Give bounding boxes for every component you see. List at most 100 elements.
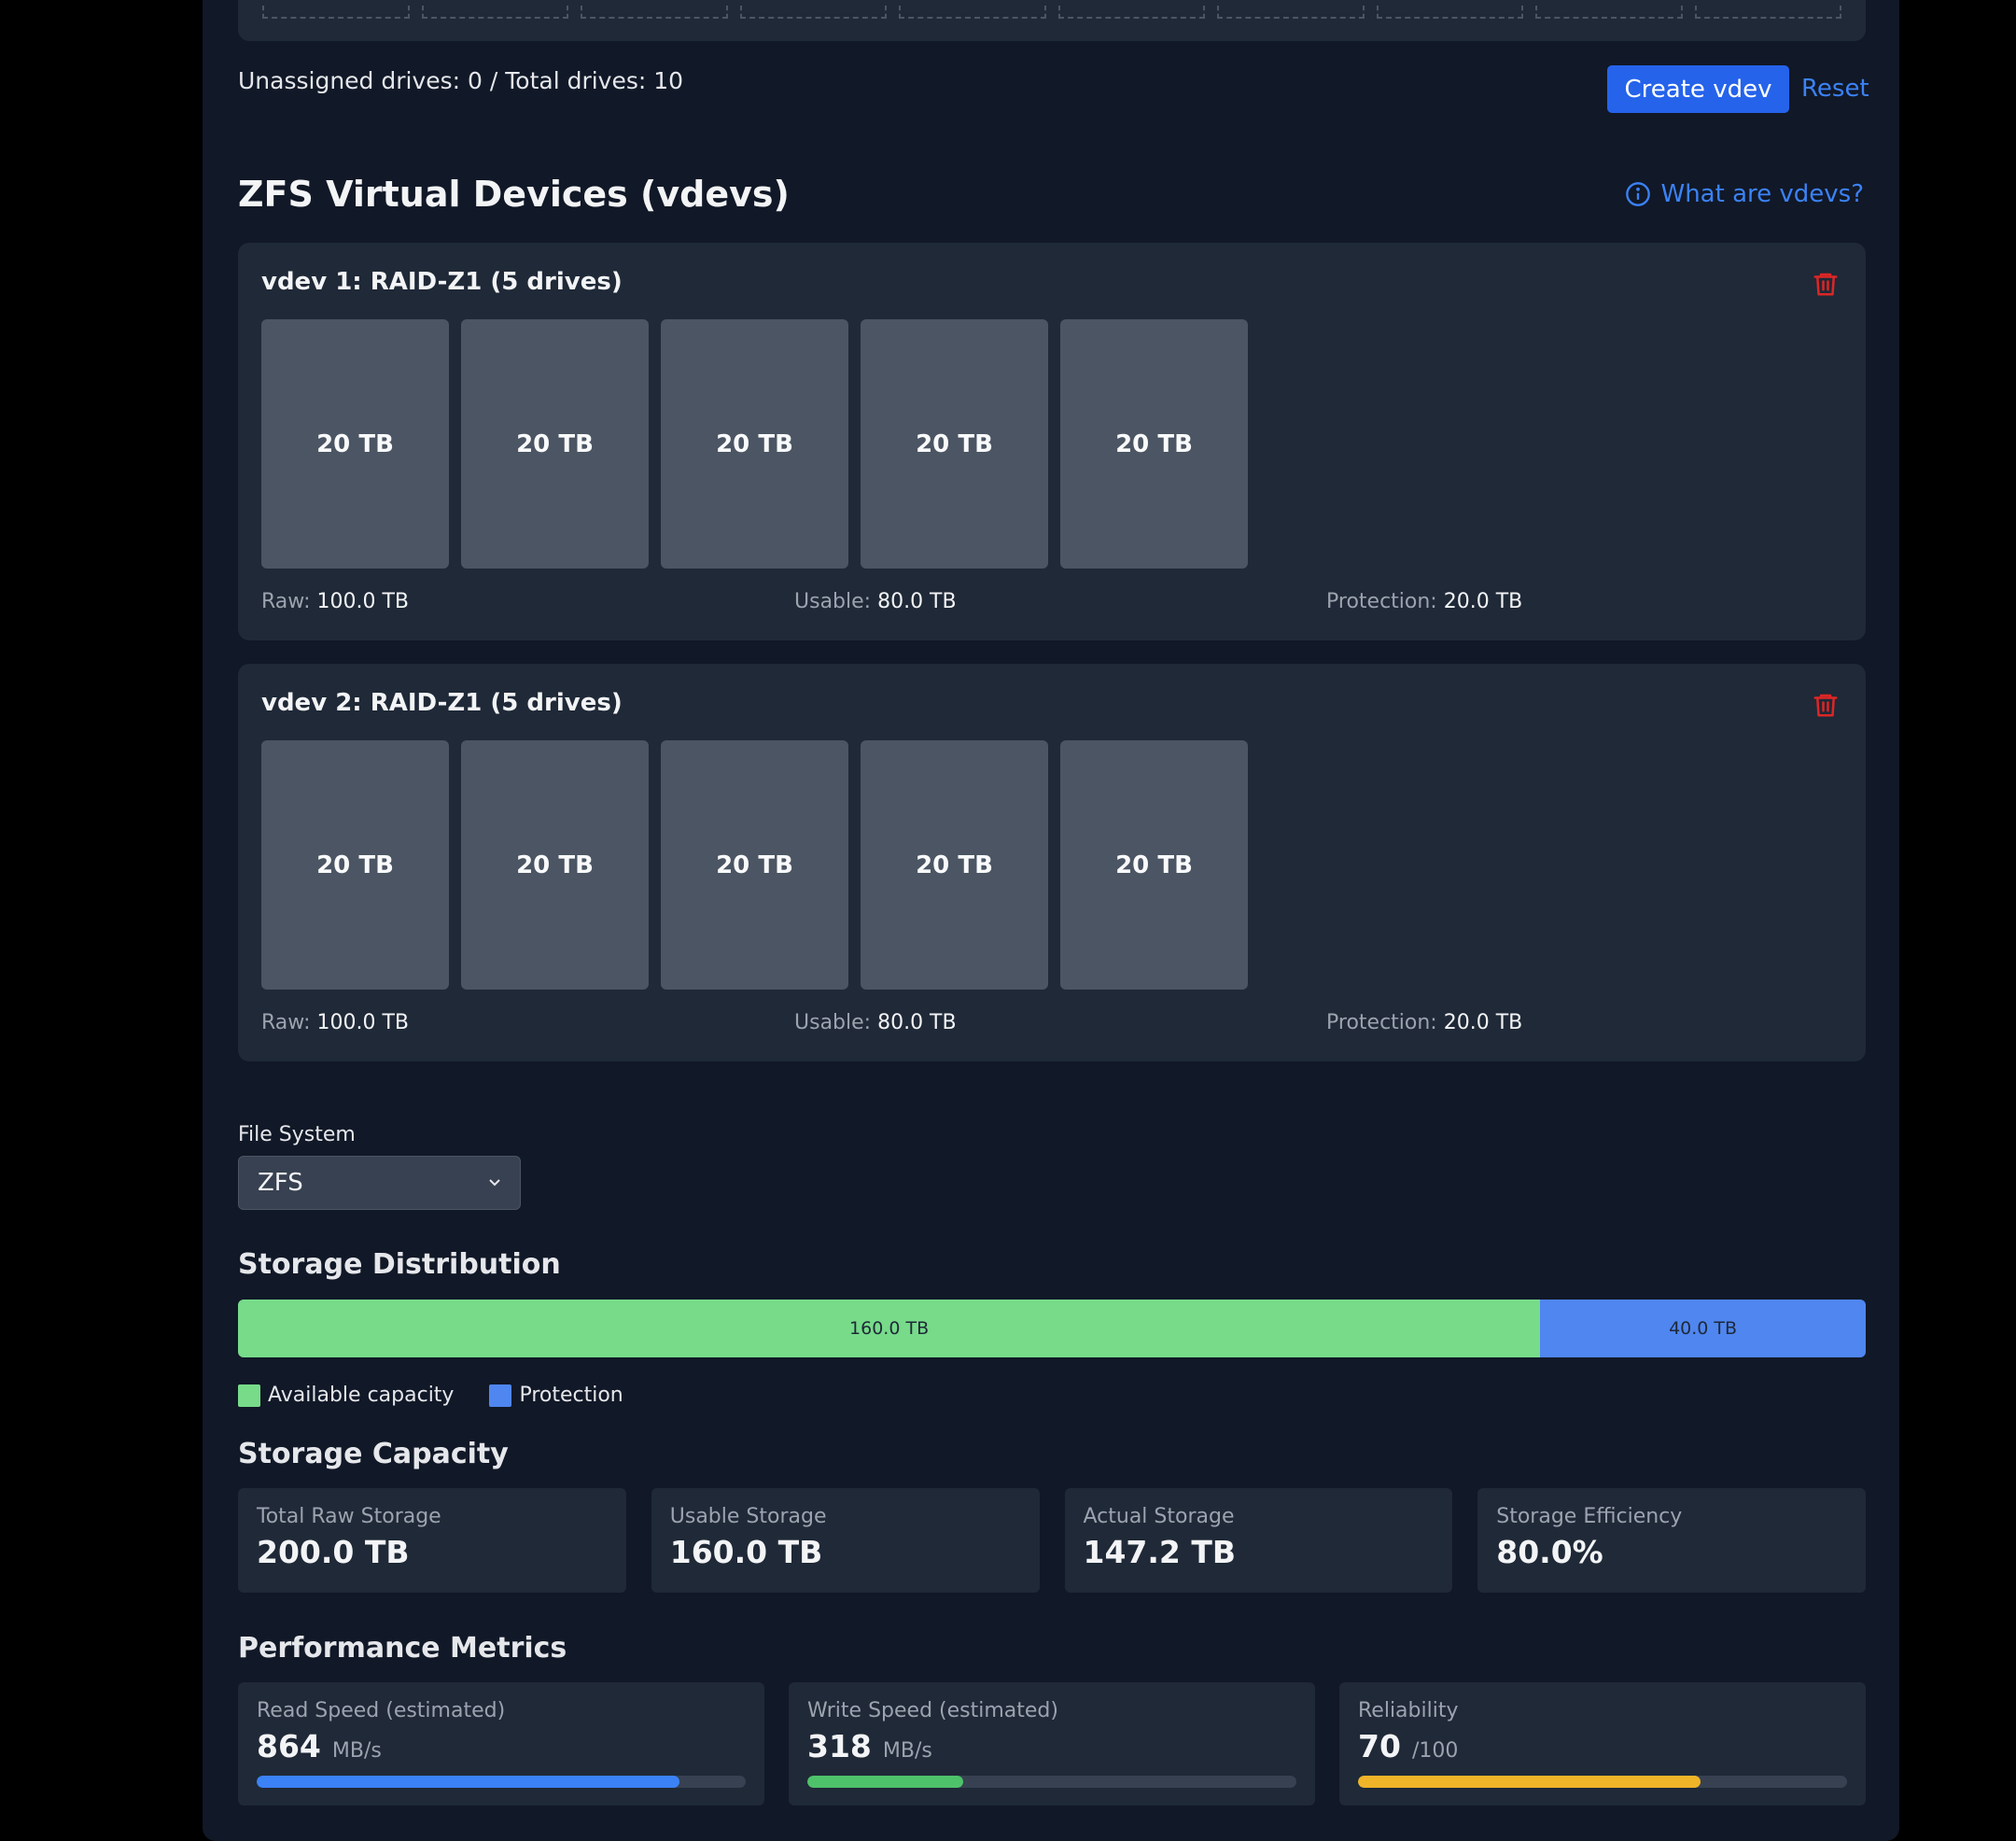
card-label: Storage Efficiency: [1496, 1505, 1683, 1528]
drop-slot[interactable]: [1376, 6, 1523, 19]
drive-tile[interactable]: 20 TB: [661, 740, 848, 990]
main-panel: Unassigned drives: 0 / Total drives: 10 …: [203, 0, 1899, 1841]
drop-slot[interactable]: [581, 6, 728, 19]
protection-label: Protection:: [1326, 590, 1437, 613]
usable-label: Usable:: [794, 1011, 872, 1034]
card-value: 80.0%: [1496, 1534, 1603, 1570]
card-label: Actual Storage: [1083, 1505, 1235, 1528]
raw-label: Raw:: [261, 1011, 311, 1034]
drive-tile[interactable]: 20 TB: [861, 319, 1048, 569]
drive-tile[interactable]: 20 TB: [261, 740, 449, 990]
metric-fill: [807, 1776, 963, 1788]
protection-segment: 40.0 TB: [1540, 1300, 1866, 1357]
legend-available: Available capacity: [238, 1384, 454, 1407]
filesystem-select[interactable]: ZFS: [238, 1156, 521, 1210]
what-are-vdevs-link[interactable]: What are vdevs?: [1625, 180, 1864, 208]
raw-value: 100.0 TB: [316, 590, 410, 613]
chevron-down-icon: [489, 1179, 500, 1187]
metric-label: Read Speed (estimated): [257, 1699, 506, 1722]
trash-icon[interactable]: [1812, 269, 1840, 299]
drive-drop-zone[interactable]: [238, 0, 1866, 41]
raw-label: Raw:: [261, 590, 311, 613]
metric-card: Reliability 70 /100: [1339, 1682, 1866, 1806]
drop-slot[interactable]: [1535, 6, 1683, 19]
reset-link[interactable]: Reset: [1801, 75, 1869, 103]
legend-label: Protection: [519, 1384, 623, 1407]
drop-slot[interactable]: [899, 6, 1046, 19]
vdev-section-title: ZFS Virtual Devices (vdevs): [238, 174, 790, 215]
metric-value: 864: [257, 1728, 321, 1764]
protection-value: 20.0 TB: [1443, 1011, 1523, 1034]
drop-slot[interactable]: [421, 6, 568, 19]
protection-label: Protection:: [1326, 1011, 1437, 1034]
performance-cards: Read Speed (estimated) 864 MB/s Write Sp…: [238, 1682, 1866, 1806]
card-value: 200.0 TB: [257, 1534, 410, 1570]
capacity-title: Storage Capacity: [238, 1438, 509, 1470]
filesystem-selected-value: ZFS: [258, 1169, 303, 1197]
usable-value: 80.0 TB: [877, 1011, 957, 1034]
drive-tile[interactable]: 20 TB: [461, 319, 649, 569]
legend-swatch-available: [238, 1384, 260, 1407]
usable-stat: Usable: 80.0 TB: [794, 1011, 957, 1034]
trash-icon[interactable]: [1812, 690, 1840, 720]
metric-value: 70: [1358, 1728, 1401, 1764]
drive-tile[interactable]: 20 TB: [1060, 740, 1248, 990]
card-value: 160.0 TB: [669, 1534, 823, 1570]
drop-slot[interactable]: [1694, 6, 1841, 19]
raw-stat: Raw: 100.0 TB: [261, 590, 409, 613]
info-icon: [1626, 182, 1651, 206]
vdev-drives: 20 TB 20 TB 20 TB 20 TB 20 TB: [261, 319, 1248, 569]
drive-tile[interactable]: 20 TB: [661, 319, 848, 569]
protection-value: 20.0 TB: [1443, 590, 1523, 613]
vdev-drives: 20 TB 20 TB 20 TB 20 TB 20 TB: [261, 740, 1248, 990]
usable-stat: Usable: 80.0 TB: [794, 590, 957, 613]
drop-slot[interactable]: [1057, 6, 1205, 19]
metric-track: [807, 1776, 1296, 1788]
usable-label: Usable:: [794, 590, 872, 613]
performance-title: Performance Metrics: [238, 1632, 567, 1665]
distribution-bar: 160.0 TB 40.0 TB: [238, 1300, 1866, 1357]
drop-slot[interactable]: [262, 6, 410, 19]
capacity-card: Usable Storage 160.0 TB: [651, 1488, 1040, 1593]
legend-protection: Protection: [489, 1384, 623, 1407]
card-label: Total Raw Storage: [257, 1505, 441, 1528]
vdev-card: vdev 1: RAID-Z1 (5 drives) 20 TB 20 TB 2…: [238, 243, 1866, 640]
capacity-card: Total Raw Storage 200.0 TB: [238, 1488, 626, 1593]
protection-stat: Protection: 20.0 TB: [1326, 590, 1522, 613]
raw-stat: Raw: 100.0 TB: [261, 1011, 409, 1034]
metric-unit: MB/s: [331, 1739, 382, 1763]
capacity-cards: Total Raw Storage 200.0 TB Usable Storag…: [238, 1488, 1866, 1593]
vdev-title: vdev 1: RAID-Z1 (5 drives): [261, 268, 623, 296]
vdev-title: vdev 2: RAID-Z1 (5 drives): [261, 689, 623, 717]
metric-card: Write Speed (estimated) 318 MB/s: [789, 1682, 1315, 1806]
raw-value: 100.0 TB: [316, 1011, 410, 1034]
filesystem-label: File System: [238, 1123, 356, 1146]
distribution-title: Storage Distribution: [238, 1248, 561, 1281]
drive-count-status: Unassigned drives: 0 / Total drives: 10: [238, 67, 684, 94]
metric-fill: [257, 1776, 679, 1788]
card-value: 147.2 TB: [1083, 1534, 1237, 1570]
create-vdev-button[interactable]: Create vdev: [1607, 65, 1789, 113]
capacity-card: Actual Storage 147.2 TB: [1064, 1488, 1453, 1593]
drive-tile[interactable]: 20 TB: [1060, 319, 1248, 569]
available-segment: 160.0 TB: [238, 1300, 1541, 1357]
metric-track: [257, 1776, 746, 1788]
metric-fill: [1358, 1776, 1701, 1788]
card-label: Usable Storage: [669, 1505, 827, 1528]
drop-slot[interactable]: [1217, 6, 1365, 19]
help-link-label: What are vdevs?: [1660, 180, 1864, 208]
metric-value: 318: [807, 1728, 872, 1764]
drive-tile[interactable]: 20 TB: [461, 740, 649, 990]
protection-stat: Protection: 20.0 TB: [1326, 1011, 1522, 1034]
drop-slots: [262, 6, 1841, 19]
metric-unit: MB/s: [882, 1739, 932, 1763]
distribution-legend: Available capacity Protection: [238, 1384, 623, 1407]
metric-card: Read Speed (estimated) 864 MB/s: [238, 1682, 764, 1806]
metric-label: Reliability: [1358, 1699, 1459, 1722]
drive-tile[interactable]: 20 TB: [861, 740, 1048, 990]
legend-label: Available capacity: [268, 1384, 455, 1407]
drop-slot[interactable]: [739, 6, 887, 19]
vdev-card: vdev 2: RAID-Z1 (5 drives) 20 TB 20 TB 2…: [238, 664, 1866, 1061]
legend-swatch-protection: [489, 1384, 512, 1407]
drive-tile[interactable]: 20 TB: [261, 319, 449, 569]
